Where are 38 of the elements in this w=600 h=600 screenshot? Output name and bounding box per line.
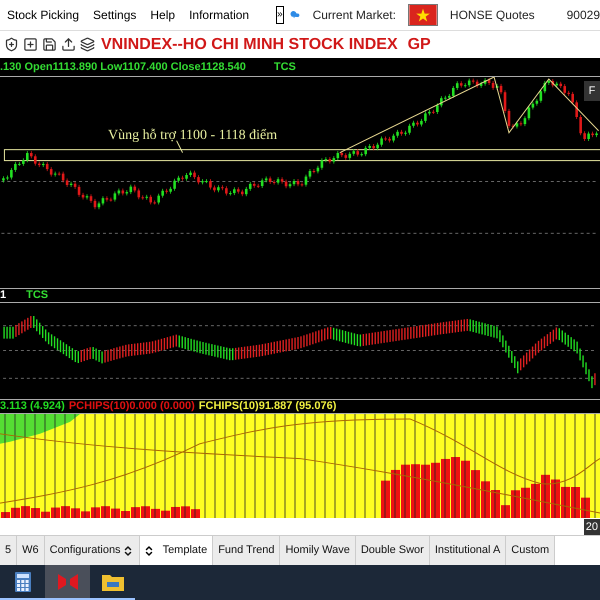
- indicator-code: TCS: [26, 288, 48, 304]
- menu-item[interactable]: Help: [143, 6, 182, 24]
- ohlc-readout: .130 Open1113.890 Low1107.400 Close1128.540: [0, 60, 246, 75]
- folder-icon: [102, 572, 124, 590]
- menu-item[interactable]: Settings: [86, 6, 144, 24]
- tab[interactable]: Custom: [506, 536, 556, 565]
- tab[interactable]: W6: [17, 536, 45, 565]
- leader-line: [176, 140, 184, 154]
- shield-plus-icon[interactable]: [4, 37, 19, 52]
- menu-item[interactable]: Stock Picking: [0, 6, 86, 24]
- save-icon[interactable]: [42, 37, 57, 52]
- calculator-icon: [14, 572, 30, 592]
- tab[interactable]: Institutional A: [430, 536, 506, 565]
- date-label: 20: [584, 518, 600, 535]
- chart-title: VNINDEX--HO CHI MINH STOCK INDEX: [101, 34, 398, 54]
- tab[interactable]: Fund Trend: [213, 536, 280, 565]
- layers-icon[interactable]: [80, 37, 95, 52]
- add-icon[interactable]: [23, 37, 38, 52]
- support-zone-note: Vùng hỗ trợ 1100 - 1118 điểm: [108, 127, 278, 145]
- chips-readout: FCHIPS(10)91.887 (95.076): [198, 399, 336, 414]
- market-label: Current Market:: [312, 7, 396, 24]
- stock-code: TCS: [274, 60, 296, 75]
- tab[interactable]: 5: [0, 536, 18, 565]
- tab[interactable]: Double Swor: [356, 536, 430, 565]
- tab[interactable]: Homily Wave: [280, 536, 356, 565]
- indicator-label: 1: [0, 288, 6, 304]
- upload-icon[interactable]: [61, 37, 76, 52]
- chips-readout: PCHIPS(10)0.000 (0.000): [68, 399, 195, 414]
- expand-button[interactable]: »: [276, 6, 284, 24]
- account-number: 90029: [566, 7, 600, 24]
- app-logo-icon: [58, 574, 78, 590]
- flag-icon: [408, 4, 438, 26]
- tab[interactable]: Configurations: [44, 536, 140, 565]
- chart-title-suffix: GP: [408, 34, 431, 54]
- corner-button[interactable]: F: [584, 81, 600, 101]
- menu-item[interactable]: Information: [182, 6, 256, 24]
- quotes-label: HONSE Quotes: [450, 7, 535, 24]
- chips-readout: 3.113 (4.924): [0, 399, 65, 414]
